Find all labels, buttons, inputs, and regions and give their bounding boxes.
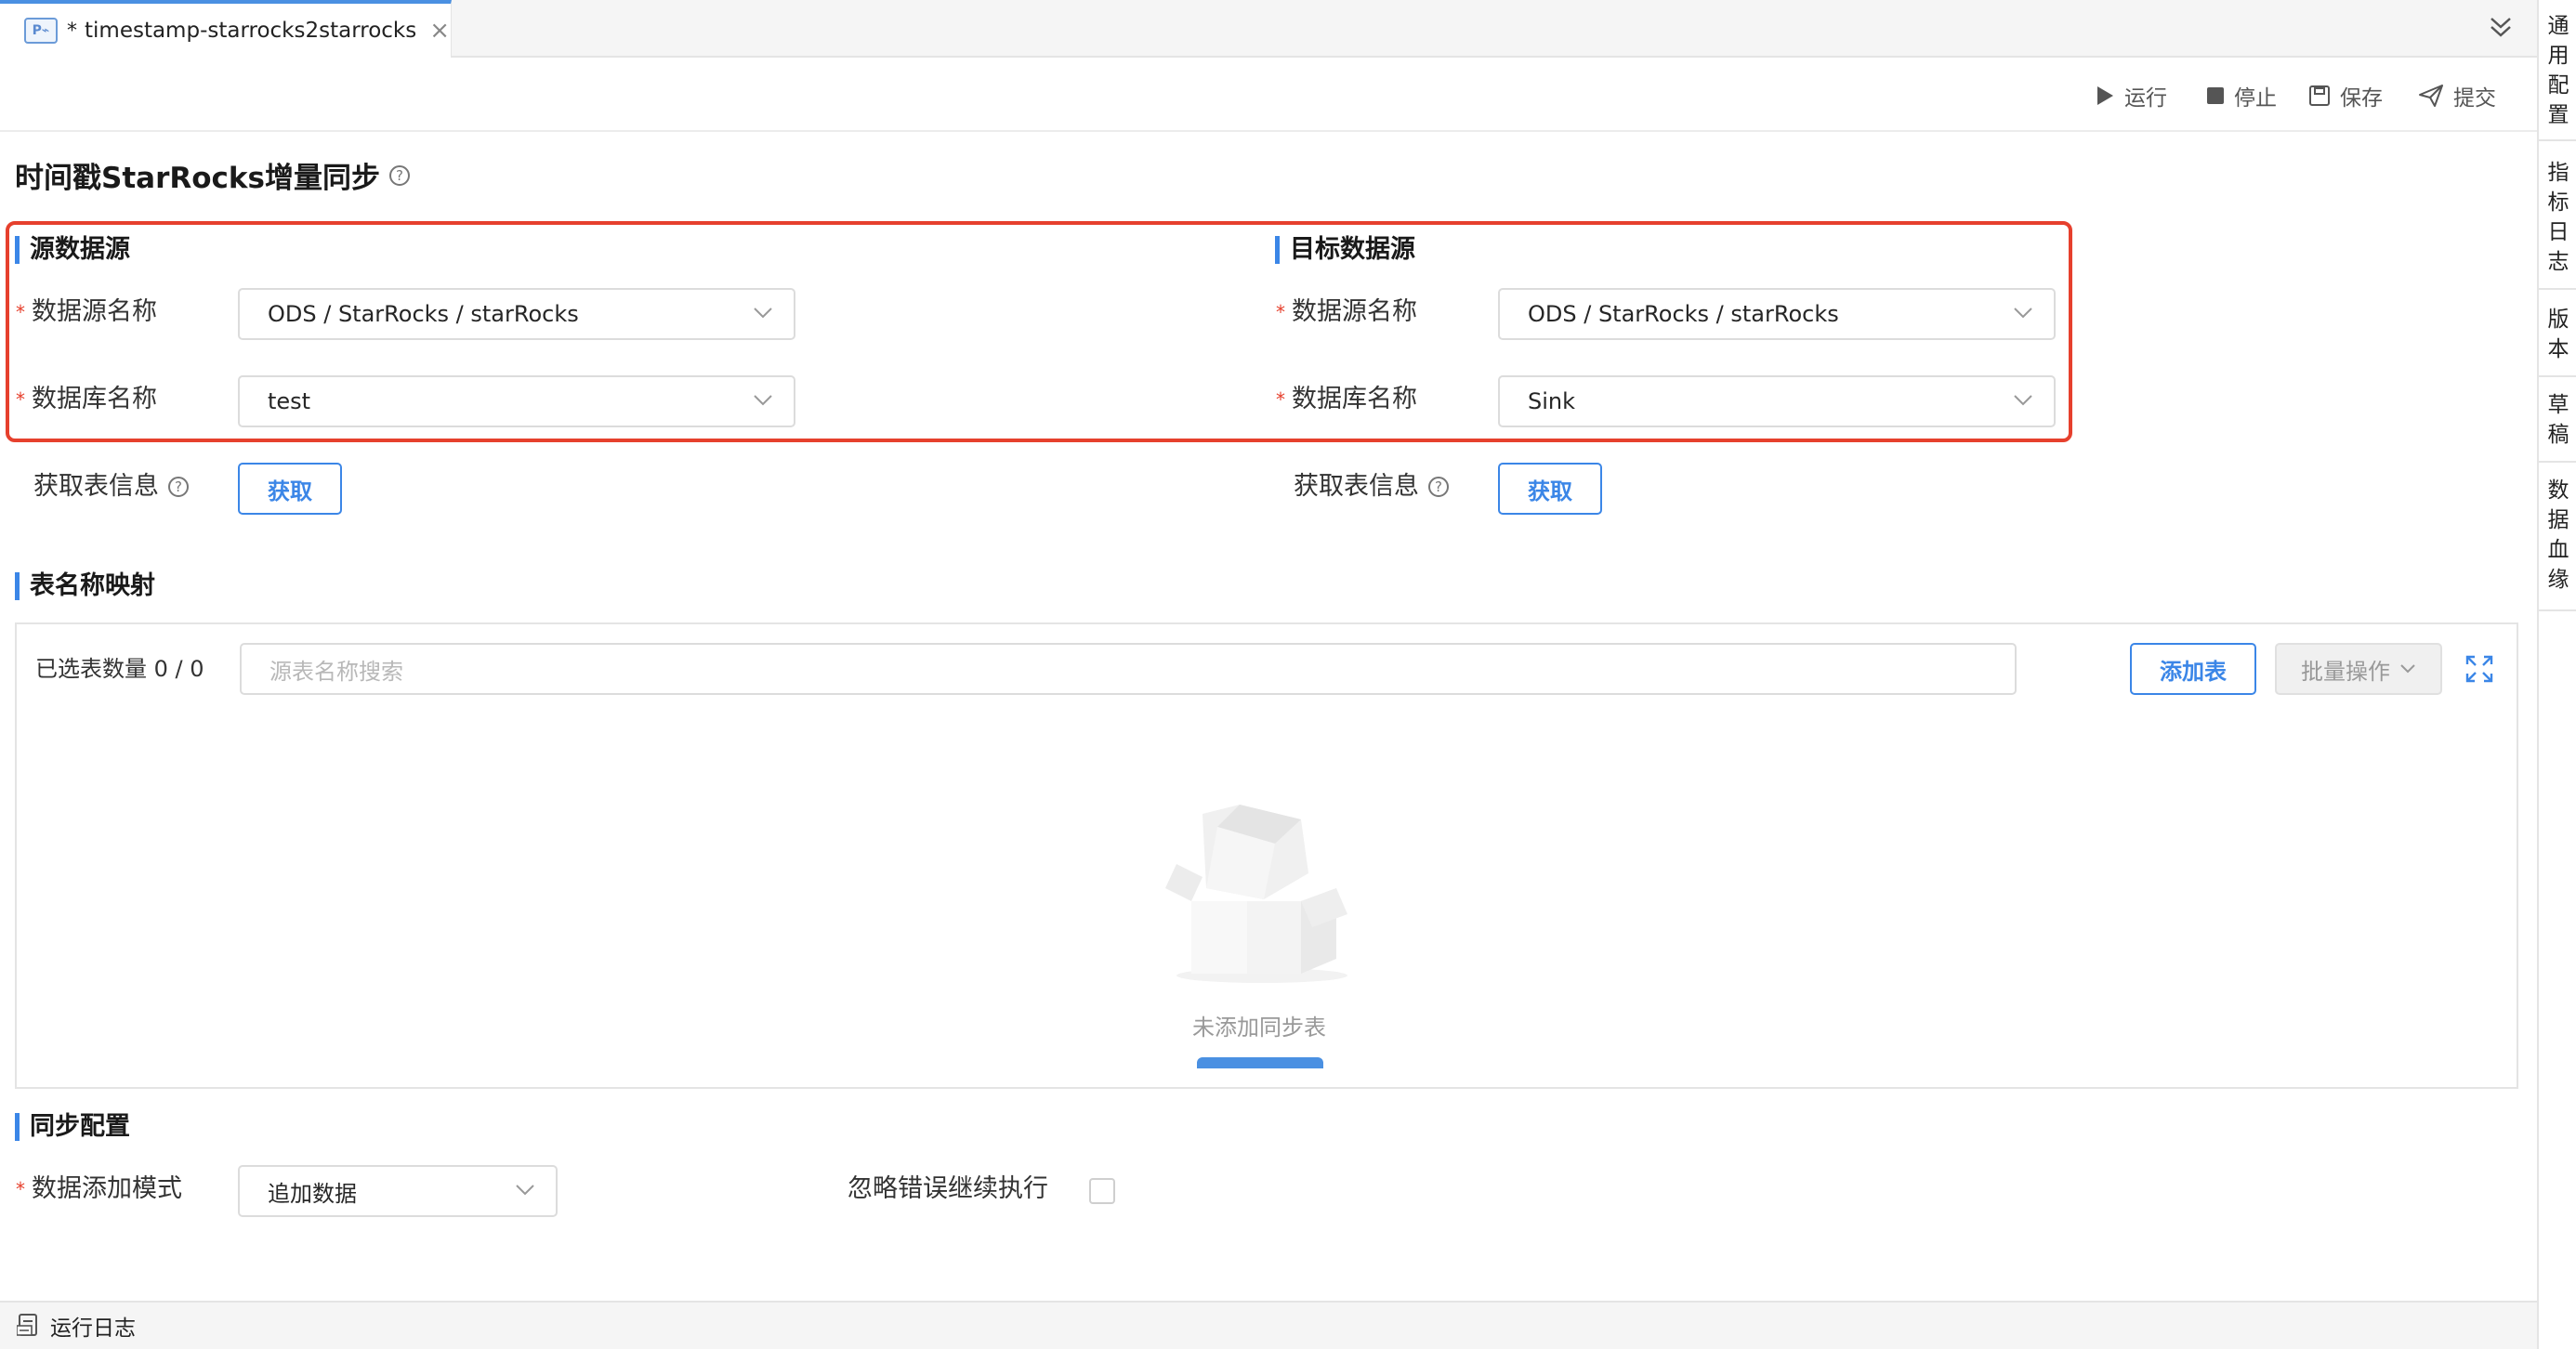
target-fetch-label: 获取表信息 ? [1294,470,1449,504]
fullscreen-icon[interactable] [2464,654,2494,684]
chevron-down-icon [754,395,772,406]
tab-bar: P⌁ * timestamp-starrocks2starrocks × [0,0,2537,58]
log-file-icon [17,1314,37,1336]
modified-marker: * [67,19,77,43]
add-table-button[interactable]: 添加表 [2130,643,2256,695]
search-placeholder: 源表名称搜索 [269,658,403,685]
save-button[interactable]: 保存 [2308,80,2383,111]
run-button[interactable]: 运行 [2095,80,2167,111]
sync-config-section-title: 同步配置 [15,1111,130,1143]
run-log-tab[interactable]: 运行日志 [50,1310,136,1342]
required-marker: * [1276,301,1285,323]
source-datasource-label: * 数据源名称 [16,295,157,329]
ignore-errors-checkbox[interactable] [1089,1178,1115,1204]
close-icon[interactable]: × [429,19,450,43]
source-fetch-label: 获取表信息 ? [33,470,189,504]
chevron-down-icon [2014,395,2032,406]
save-icon [2309,85,2330,106]
required-marker: * [16,1178,25,1200]
sidebar-item-data-lineage[interactable]: 数 据 血 缘 [2539,476,2576,611]
pipeline-file-icon: P⌁ [24,18,58,44]
required-marker: * [1276,388,1285,411]
ignore-errors-label: 忽略错误继续执行 [848,1174,1048,1203]
chevron-down-icon [754,308,772,319]
editor-tab[interactable]: P⌁ * timestamp-starrocks2starrocks × [0,0,452,58]
data-add-mode-select[interactable]: 追加数据 [238,1165,558,1217]
empty-state-text: 未添加同步表 [1192,1015,1326,1041]
data-add-mode-label: * 数据添加模式 [16,1172,182,1206]
target-datasource-label: * 数据源名称 [1276,295,1417,329]
source-datasource-select[interactable]: ODS / StarRocks / starRocks [238,288,795,340]
target-database-label: * 数据库名称 [1276,383,1417,416]
chevron-down-icon [2014,308,2032,319]
toolbar: 运行 停止 保存 提交 [0,58,2537,132]
sidebar-item-drafts[interactable]: 草 稿 [2539,390,2576,463]
send-icon [2419,85,2443,107]
batch-operations-button[interactable]: 批量操作 [2275,643,2442,695]
bottom-bar: 运行日志 [0,1301,2537,1349]
chevron-double-down-icon[interactable] [2487,13,2515,41]
source-section-title: 源数据源 [15,234,130,266]
source-database-select[interactable]: test [238,375,795,427]
empty-state-button[interactable] [1197,1057,1323,1068]
required-marker: * [16,388,25,411]
help-icon[interactable]: ? [388,164,410,186]
help-icon[interactable]: ? [1428,477,1449,497]
chevron-down-icon [2400,664,2415,674]
stop-icon [2207,87,2224,104]
source-table-search-input[interactable]: 源表名称搜索 [240,643,2017,695]
target-database-select[interactable]: Sink [1498,375,2056,427]
target-section-title: 目标数据源 [1275,234,1415,266]
source-database-label: * 数据库名称 [16,383,157,416]
empty-box-illustration [1165,805,1347,983]
selected-count: 已选表数量 0 / 0 [35,656,204,682]
stop-button[interactable]: 停止 [2206,80,2277,111]
tab-title: timestamp-starrocks2starrocks [85,19,417,43]
required-marker: * [16,301,25,323]
submit-button[interactable]: 提交 [2418,80,2496,111]
target-fetch-button[interactable]: 获取 [1498,463,1602,515]
play-icon [2097,86,2113,105]
page-title: 时间戳StarRocks增量同步 ? [15,154,410,196]
chevron-down-icon [516,1185,534,1196]
source-fetch-button[interactable]: 获取 [238,463,342,515]
sidebar-item-metric-logs[interactable]: 指 标 日 志 [2539,158,2576,290]
target-datasource-select[interactable]: ODS / StarRocks / starRocks [1498,288,2056,340]
help-icon[interactable]: ? [168,477,189,497]
sidebar-item-general-config[interactable]: 通 用 配 置 [2539,11,2576,141]
right-sidebar: 通 用 配 置 指 标 日 志 版 本 草 稿 数 据 血 缘 [2537,0,2576,1349]
mapping-section-title: 表名称映射 [15,570,155,602]
sidebar-item-versions[interactable]: 版 本 [2539,305,2576,377]
